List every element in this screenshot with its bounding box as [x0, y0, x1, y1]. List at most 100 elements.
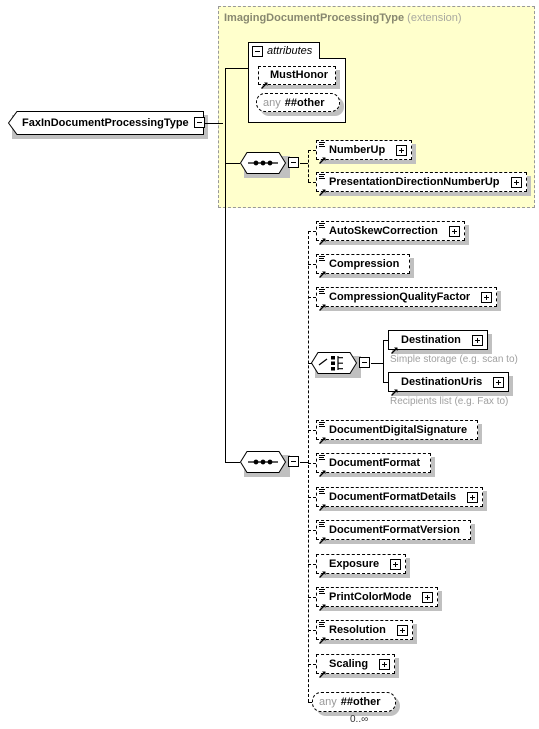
- sequence-main-toggle[interactable]: [288, 456, 299, 467]
- reference-arrow-icon: [319, 498, 326, 511]
- base-branch-stub: [308, 264, 316, 265]
- reference-arrow-icon: [319, 464, 326, 477]
- attributes-label: attributes: [267, 45, 313, 57]
- extension-branch-stub-0: [308, 150, 316, 151]
- reference-arrow-icon: [319, 151, 326, 164]
- base-branch-stub: [308, 564, 316, 565]
- element-detail-icon: [319, 522, 325, 528]
- element-node-numberup-expand-toggle[interactable]: [396, 145, 407, 156]
- reference-arrow-icon: [319, 431, 326, 444]
- element-detail-icon: [319, 455, 325, 461]
- reference-arrow-icon: [391, 341, 398, 354]
- element-node-documentformat[interactable]: DocumentFormat: [316, 453, 431, 477]
- main-trunk-line: [225, 68, 226, 463]
- reference-arrow-icon: [261, 76, 268, 89]
- root-to-trunk-line: [205, 123, 223, 124]
- element-detail-icon: [319, 589, 325, 595]
- reference-arrow-icon: [319, 232, 326, 245]
- any-namespace: ##other: [284, 96, 325, 109]
- base-branch-stub: [308, 597, 316, 598]
- trunk-to-attributes-line: [225, 68, 249, 69]
- element-label: NumberUp: [329, 143, 386, 156]
- element-node-documentformatdetails-expand-toggle[interactable]: [467, 492, 478, 503]
- choice-out: [371, 363, 383, 364]
- schema-diagram-canvas: ImagingDocumentProcessingType (extension…: [0, 0, 539, 729]
- element-node-documentdigitalsignature[interactable]: DocumentDigitalSignature: [316, 420, 478, 444]
- sequence-top-toggle[interactable]: [288, 157, 299, 168]
- element-label: Scaling: [329, 657, 369, 670]
- element-detail-icon: [319, 256, 325, 262]
- element-label: Compression: [329, 257, 400, 270]
- attribute-node-musthonor[interactable]: MustHonor: [258, 66, 336, 89]
- reference-arrow-icon: [391, 383, 398, 396]
- element-detail-icon: [319, 223, 325, 229]
- element-node-destination-expand-toggle[interactable]: [472, 335, 483, 346]
- any-namespace: ##other: [340, 696, 381, 708]
- base-branch-stub: [308, 430, 316, 431]
- wildcard-cardinality: 0..∞: [350, 714, 369, 725]
- base-branch-stub: [308, 463, 316, 464]
- base-branch-stub: [308, 630, 316, 631]
- extension-branch-bus: [308, 150, 309, 182]
- choice-toggle[interactable]: [359, 357, 370, 368]
- attributes-collapse-toggle[interactable]: [252, 45, 263, 57]
- element-detail-icon: [319, 289, 325, 295]
- choice-compositor-destination-shape: [310, 352, 358, 374]
- extension-branch-stub-1: [308, 182, 316, 183]
- element-label: Exposure: [329, 557, 380, 570]
- base-branch-stub: [308, 497, 316, 498]
- reference-arrow-icon: [319, 665, 326, 678]
- sequence-top-out: [300, 163, 308, 164]
- element-label: PrintColorMode: [329, 590, 412, 603]
- element-label: DocumentDigitalSignature: [329, 423, 468, 436]
- element-node-destinationuris-expand-toggle[interactable]: [493, 377, 504, 388]
- element-node-presentationdirectionnumberup-expand-toggle[interactable]: [511, 177, 522, 188]
- annotation-destination: Simple storage (e.g. scan to): [390, 354, 518, 365]
- element-node-exposure-expand-toggle[interactable]: [390, 559, 401, 570]
- sequence-compositor-extension-shape: [239, 152, 287, 174]
- element-node-compressionqualityfactor[interactable]: CompressionQualityFactor: [316, 287, 497, 311]
- extension-type-name: ImagingDocumentProcessingType: [224, 12, 405, 24]
- sequence-compositor-extension[interactable]: [239, 152, 287, 174]
- element-node-presentationdirectionnumberup[interactable]: PresentationDirectionNumberUp: [316, 172, 527, 196]
- wildcard-any-node[interactable]: any ##other: [312, 692, 396, 712]
- extension-subtitle: (extension): [404, 12, 462, 24]
- base-branch-stub: [308, 664, 316, 665]
- element-node-printcolormode[interactable]: PrintColorMode: [316, 587, 438, 611]
- sequence-compositor-main[interactable]: [239, 451, 287, 473]
- choice-compositor-destination[interactable]: [310, 352, 358, 374]
- attributes-tab[interactable]: attributes: [248, 42, 320, 59]
- reference-arrow-icon: [319, 598, 326, 611]
- base-branch-stub: [308, 231, 316, 232]
- element-node-autoskewcorrection-expand-toggle[interactable]: [449, 226, 460, 237]
- element-node-autoskewcorrection[interactable]: AutoSkewCorrection: [316, 221, 465, 245]
- choice-split-line: [383, 340, 384, 382]
- reference-arrow-icon: [319, 298, 326, 311]
- element-label: DocumentFormat: [329, 456, 421, 469]
- trunk-to-sequence-top: [225, 163, 240, 164]
- attribute-any-node[interactable]: any ##other: [256, 93, 340, 112]
- element-node-printcolormode-expand-toggle[interactable]: [422, 592, 433, 603]
- element-detail-icon: [319, 489, 325, 495]
- root-collapse-toggle[interactable]: [194, 117, 205, 128]
- element-node-compressionqualityfactor-expand-toggle[interactable]: [481, 292, 492, 303]
- reference-arrow-icon: [319, 183, 326, 196]
- reference-arrow-icon: [319, 631, 326, 644]
- element-node-destinationuris[interactable]: DestinationUris: [388, 372, 509, 396]
- element-label: DocumentFormatVersion: [329, 523, 460, 536]
- reference-arrow-icon: [319, 265, 326, 278]
- element-detail-icon: [319, 622, 325, 628]
- sequence-main-out: [300, 462, 308, 463]
- extension-title: ImagingDocumentProcessingType (extension…: [224, 12, 462, 24]
- base-branch-stub: [308, 297, 316, 298]
- element-node-compression[interactable]: Compression: [316, 254, 410, 278]
- sequence-compositor-main-shape: [239, 451, 287, 473]
- element-node-documentformatversion[interactable]: DocumentFormatVersion: [316, 520, 471, 544]
- element-node-documentformatdetails[interactable]: DocumentFormatDetails: [316, 487, 483, 511]
- reference-arrow-icon: [319, 565, 326, 578]
- reference-arrow-icon: [319, 531, 326, 544]
- element-node-scaling-expand-toggle[interactable]: [379, 659, 390, 670]
- element-node-resolution-expand-toggle[interactable]: [397, 625, 408, 636]
- element-detail-icon: [319, 142, 325, 148]
- any-keyword: any: [263, 96, 281, 109]
